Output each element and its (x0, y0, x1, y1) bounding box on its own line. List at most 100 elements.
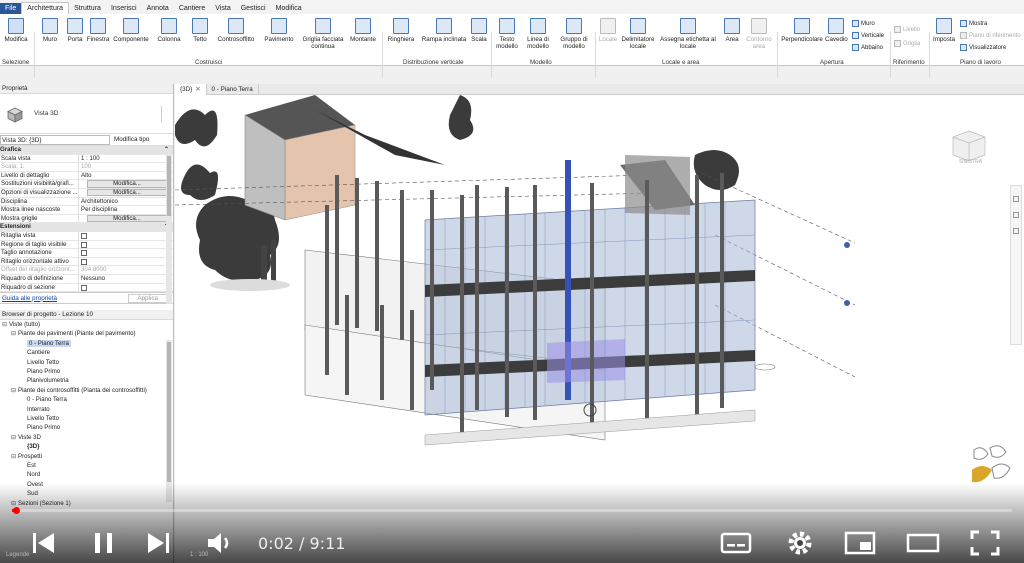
video-progress-bar[interactable] (12, 507, 1012, 514)
view-tab-3d[interactable]: {3D} ✕ (175, 84, 207, 95)
collapse-icon[interactable]: ⊟ (11, 452, 18, 461)
type-selector[interactable]: Vista 3D (0, 94, 173, 134)
room-separator-button[interactable]: Delimitatore locale (619, 18, 657, 50)
floor-button[interactable]: Pavimento (262, 18, 296, 43)
railing-button[interactable]: Ringhiera (385, 18, 417, 43)
close-icon[interactable]: ✕ (195, 84, 200, 95)
property-value[interactable]: 100 (79, 163, 173, 171)
properties-help-link[interactable]: Guida alle proprietà (2, 295, 57, 302)
by-face-button[interactable]: Perpendicolare (780, 18, 824, 43)
browser-node[interactable]: Piano Primo (0, 367, 173, 376)
set-workplane-button[interactable]: Imposta (932, 18, 956, 43)
mullion-button[interactable]: Montante (347, 18, 379, 43)
instance-filter-select[interactable]: Vista 3D: {3D} (0, 134, 110, 145)
apply-button[interactable]: Applica (128, 293, 167, 303)
edit-button-label[interactable]: Modifica... (87, 180, 167, 188)
browser-node[interactable]: Cantiere (0, 348, 173, 357)
tab-struttura[interactable]: Struttura (69, 3, 106, 14)
checkbox-box[interactable] (81, 250, 87, 257)
viewcube[interactable] (950, 129, 988, 163)
edit-type-button[interactable]: Modifica tipo (110, 136, 149, 143)
browser-node[interactable]: Est (0, 461, 173, 470)
browser-node[interactable]: Livello Tetto (0, 358, 173, 367)
tab-cantiere[interactable]: Cantiere (174, 3, 210, 14)
browser-node[interactable]: 0 - Piano Terra (0, 339, 173, 348)
ceiling-button[interactable]: Controsoffitto (214, 18, 258, 43)
browser-scroll-thumb[interactable] (167, 342, 171, 482)
navigation-bar[interactable] (1010, 185, 1022, 345)
selection-dropdown[interactable]: Selezione (2, 59, 29, 66)
checkbox-box[interactable] (81, 258, 87, 265)
tab-modifica[interactable]: Modifica (271, 3, 307, 14)
legend-node[interactable]: Legende (6, 552, 29, 558)
browser-node[interactable]: Nord (0, 470, 173, 479)
properties-scrollbar[interactable] (166, 154, 172, 304)
room-button[interactable]: Locale (597, 18, 619, 43)
type-dropdown[interactable] (161, 106, 169, 122)
modify-button[interactable]: Modifica (2, 18, 30, 43)
property-checkbox[interactable] (79, 232, 173, 240)
dormer-button[interactable]: Abbaino (852, 44, 883, 51)
browser-node[interactable]: {3D} (0, 442, 173, 451)
property-checkbox[interactable] (79, 249, 173, 257)
show-workplane-button[interactable]: Mostra (960, 20, 987, 27)
viewer-button[interactable]: Visualizzatore (960, 44, 1006, 51)
zoom-icon[interactable] (1013, 196, 1019, 202)
property-checkbox[interactable] (79, 284, 173, 292)
property-value[interactable]: Architettonico (79, 198, 173, 206)
browser-node[interactable]: Piano Primo (0, 423, 173, 432)
browser-node[interactable]: ⊟ Piante dei controsoffitti (Pianta dei c… (0, 386, 173, 395)
edit-button-label[interactable]: Modifica... (87, 214, 167, 223)
curtain-grid-button[interactable]: Griglia facciata continua (300, 18, 346, 50)
model-line-button[interactable]: Linea di modello (524, 18, 552, 50)
browser-node[interactable]: ⊟ Viste 3D (0, 433, 173, 442)
checkbox-box[interactable] (81, 232, 87, 239)
column-button[interactable]: Colonna (156, 18, 182, 43)
collapse-icon[interactable]: ⊟ (2, 320, 9, 329)
property-category[interactable]: Estensioni⌃ (0, 223, 173, 232)
window-button[interactable]: Finestra (86, 18, 110, 43)
property-checkbox[interactable] (79, 241, 173, 249)
edit-button-label[interactable]: Modifica... (87, 188, 167, 197)
area-button[interactable]: Area (722, 18, 742, 43)
checkbox-box[interactable] (81, 284, 87, 291)
tab-file[interactable]: File (0, 3, 22, 14)
property-category[interactable]: Grafica ⌃ (0, 146, 173, 155)
collapse-icon[interactable]: ⊟ (11, 433, 18, 442)
tab-architettura[interactable]: Architettura (21, 2, 70, 14)
tab-vista[interactable]: Vista (210, 3, 235, 14)
video-scrubber-knob[interactable] (12, 507, 20, 514)
model-group-button[interactable]: Gruppo di modello (558, 18, 590, 50)
stair-button[interactable]: Scala (470, 18, 488, 43)
property-value[interactable]: 304.8000 (79, 266, 173, 274)
property-edit-button[interactable]: Modifica... (79, 214, 173, 223)
property-edit-button[interactable]: Modifica... (79, 180, 173, 188)
pan-icon[interactable] (1013, 212, 1019, 218)
tab-inserisci[interactable]: Inserisci (106, 3, 142, 14)
browser-scrollbar[interactable] (166, 340, 172, 502)
browser-node[interactable]: 0 - Piano Terra (0, 395, 173, 404)
browser-node[interactable]: ⊟ Prospetti (0, 452, 173, 461)
property-value[interactable]: Nessuno (79, 275, 173, 283)
tab-annota[interactable]: Annota (142, 3, 174, 14)
view-tab-piano-terra[interactable]: 0 - Piano Terra (207, 84, 259, 95)
component-button[interactable]: Componente (111, 18, 151, 43)
collapse-icon[interactable]: ⌃ (164, 146, 169, 154)
browser-node[interactable]: Planivolumetria (0, 376, 173, 385)
property-value[interactable]: 1 : 100 (79, 155, 173, 163)
shaft-button[interactable]: Cavedio (825, 18, 848, 43)
collapse-icon[interactable]: ⊟ (11, 386, 18, 395)
browser-node[interactable]: ⊟ Piante dei pavimenti (Piante del pavime… (0, 329, 173, 338)
browser-node[interactable]: ⊟ Viste (tutto) (0, 320, 173, 329)
property-value[interactable]: Alto (79, 172, 173, 180)
grid-button[interactable]: Griglia (894, 40, 920, 47)
tab-gestisci[interactable]: Gestisci (236, 3, 271, 14)
checkbox-box[interactable] (81, 241, 87, 248)
roof-button[interactable]: Tetto (188, 18, 212, 43)
model-text-button[interactable]: Testo modello (494, 18, 520, 50)
vertical-opening-button[interactable]: Verticale (852, 32, 884, 39)
door-button[interactable]: Porta (64, 18, 86, 43)
browser-node[interactable]: Interrato (0, 405, 173, 414)
property-checkbox[interactable] (79, 258, 173, 266)
browser-node[interactable]: Livello Tetto (0, 414, 173, 423)
